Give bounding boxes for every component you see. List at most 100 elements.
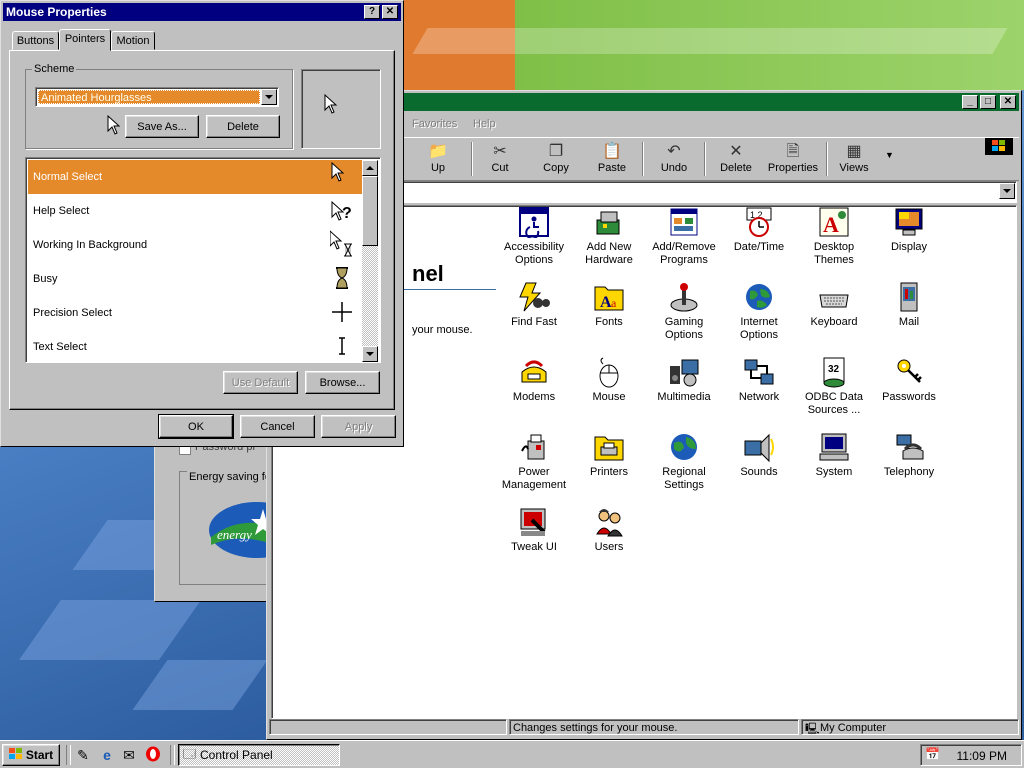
scheduler-icon[interactable]: 📅 bbox=[925, 747, 941, 763]
menu-help[interactable]: Help bbox=[473, 118, 496, 130]
icon-odbc-data-sources[interactable]: 32 ODBC Data Sources ... bbox=[796, 356, 872, 417]
mouse-properties-titlebar[interactable]: Mouse Properties ? ✕ bbox=[3, 3, 401, 21]
cursor-list-scrollbar[interactable] bbox=[362, 160, 378, 362]
toolbar-paste-label: Paste bbox=[597, 162, 627, 174]
icon-add-new-hardware[interactable]: Add New Hardware bbox=[571, 206, 647, 267]
icon-desktop-themes[interactable]: A Desktop Themes bbox=[796, 206, 872, 267]
printer-icon bbox=[593, 431, 625, 463]
chevron-down-icon[interactable] bbox=[261, 89, 277, 105]
mail-icon bbox=[893, 281, 925, 313]
help-button[interactable]: ? bbox=[364, 5, 380, 19]
toolbar-cut-button[interactable]: ✂ Cut bbox=[472, 140, 528, 178]
icon-accessibility-options[interactable]: Accessibility Options bbox=[496, 206, 572, 267]
toolbar-paste-button[interactable]: 📋 Paste bbox=[584, 140, 640, 178]
icon-display[interactable]: Display bbox=[871, 206, 947, 254]
toolbar-up-button[interactable]: 📁 Up bbox=[410, 140, 466, 178]
cursor-list: Normal Select Help Select ? Working In B… bbox=[25, 157, 381, 363]
icon-telephony[interactable]: Telephony bbox=[871, 431, 947, 479]
delete-button[interactable]: Delete bbox=[206, 115, 280, 138]
cursor-row-help-select[interactable]: Help Select ? bbox=[28, 194, 364, 228]
icon-network[interactable]: Network bbox=[721, 356, 797, 404]
toolbar-properties-button[interactable]: 🗎 Properties bbox=[764, 140, 822, 178]
power-icon bbox=[518, 431, 550, 463]
help-cursor-icon: ? bbox=[330, 196, 354, 224]
fonts-icon: Aa bbox=[593, 281, 625, 313]
icon-keyboard[interactable]: Keyboard bbox=[796, 281, 872, 329]
apply-button[interactable]: Apply bbox=[321, 415, 396, 438]
icon-printers[interactable]: Printers bbox=[571, 431, 647, 479]
cursor-row-working-in-background[interactable]: Working In Background bbox=[28, 228, 364, 262]
icon-regional-settings[interactable]: Regional Settings bbox=[646, 431, 722, 492]
menu-favorites[interactable]: Favorites bbox=[412, 118, 457, 130]
help-icon: ? bbox=[368, 6, 376, 17]
internet-explorer-icon[interactable]: e bbox=[98, 746, 116, 764]
close-button[interactable]: ✕ bbox=[382, 5, 398, 19]
scroll-up-button[interactable] bbox=[362, 160, 378, 176]
telephone-icon bbox=[893, 431, 925, 463]
icon-mouse[interactable]: Mouse bbox=[571, 356, 647, 404]
icon-find-fast[interactable]: Find Fast bbox=[496, 281, 572, 329]
clock-icon: 1 2 bbox=[743, 206, 775, 238]
icon-internet-options[interactable]: Internet Options bbox=[721, 281, 797, 342]
icon-add-remove-programs[interactable]: Add/Remove Programs bbox=[646, 206, 722, 267]
scheme-dropdown[interactable]: Animated Hourglasses bbox=[35, 87, 279, 107]
icon-multimedia[interactable]: Multimedia bbox=[646, 356, 722, 404]
cursor-row-busy[interactable]: Busy bbox=[28, 262, 364, 296]
toolbar-copy-button[interactable]: ❐ Copy bbox=[528, 140, 584, 178]
users-icon bbox=[593, 506, 625, 538]
opera-icon[interactable] bbox=[144, 746, 162, 764]
toolbar-delete-button[interactable]: ✕ Delete bbox=[708, 140, 764, 178]
use-default-button[interactable]: Use Default bbox=[223, 371, 298, 394]
ok-button[interactable]: OK bbox=[158, 414, 234, 439]
folder-description: your mouse. bbox=[412, 324, 473, 336]
save-as-button[interactable]: Save As... bbox=[125, 115, 199, 138]
icon-power-management[interactable]: Power Management bbox=[496, 431, 572, 492]
up-folder-icon: 📁 bbox=[428, 143, 448, 160]
icon-system[interactable]: System bbox=[796, 431, 872, 479]
icon-mail[interactable]: Mail bbox=[871, 281, 947, 329]
scroll-down-button[interactable] bbox=[362, 346, 378, 362]
close-button[interactable]: ✕ bbox=[1000, 95, 1016, 109]
icon-modems[interactable]: Modems bbox=[496, 356, 572, 404]
status-bar: Changes settings for your mouse. 🖳 My Co… bbox=[269, 717, 1019, 737]
icon-tweak-ui[interactable]: Tweak UI bbox=[496, 506, 572, 554]
tab-buttons[interactable]: Buttons bbox=[12, 31, 59, 50]
clock[interactable]: 11:09 PM bbox=[957, 749, 1007, 763]
toolbar-undo-button[interactable]: ↶ Undo bbox=[646, 140, 702, 178]
scroll-thumb[interactable] bbox=[362, 176, 378, 246]
icon-passwords[interactable]: Passwords bbox=[871, 356, 947, 404]
odbc-icon: 32 bbox=[818, 356, 850, 388]
icon-gaming-options[interactable]: Gaming Options bbox=[646, 281, 722, 342]
mouse-properties-dialog: Mouse Properties ? ✕ Buttons Pointers Mo… bbox=[0, 0, 404, 447]
browse-button[interactable]: Browse... bbox=[305, 371, 380, 394]
views-dropdown-icon[interactable]: ▼ bbox=[885, 150, 894, 160]
icon-sounds[interactable]: Sounds bbox=[721, 431, 797, 479]
cursor-row-precision-select[interactable]: Precision Select bbox=[28, 296, 364, 330]
outlook-express-icon[interactable]: ✉ bbox=[120, 746, 138, 764]
icon-fonts[interactable]: Aa Fonts bbox=[571, 281, 647, 329]
minimize-button[interactable]: _ bbox=[962, 95, 978, 109]
start-button[interactable]: Start bbox=[2, 744, 60, 766]
address-dropdown-button[interactable] bbox=[999, 183, 1015, 199]
globe-icon bbox=[743, 281, 775, 313]
taskbar-control-panel-button[interactable]: 🗔 Control Panel bbox=[178, 744, 340, 766]
toolbar-up-label: Up bbox=[430, 162, 446, 174]
cancel-button[interactable]: Cancel bbox=[240, 415, 315, 438]
mouse-icon bbox=[593, 356, 625, 388]
speaker-icon bbox=[743, 431, 775, 463]
tweakui-icon bbox=[518, 506, 550, 538]
properties-icon: 🗎 bbox=[786, 143, 800, 160]
icon-users[interactable]: Users bbox=[571, 506, 647, 554]
multimedia-icon bbox=[668, 356, 700, 388]
cursor-row-text-select[interactable]: Text Select bbox=[28, 330, 364, 362]
maximize-button[interactable]: □ bbox=[980, 95, 996, 109]
tab-motion[interactable]: Motion bbox=[111, 31, 155, 50]
show-desktop-icon[interactable]: ✎ bbox=[74, 746, 92, 764]
tab-pointers[interactable]: Pointers bbox=[59, 29, 111, 51]
mouse-arrow-cursor-icon bbox=[107, 114, 121, 138]
modem-icon bbox=[518, 356, 550, 388]
icon-date-time[interactable]: 1 2 Date/Time bbox=[721, 206, 797, 254]
toolbar-views-button[interactable]: ▦ Views bbox=[826, 140, 882, 178]
dialog-title: Mouse Properties bbox=[6, 5, 107, 19]
cursor-row-normal-select[interactable]: Normal Select bbox=[28, 160, 364, 194]
